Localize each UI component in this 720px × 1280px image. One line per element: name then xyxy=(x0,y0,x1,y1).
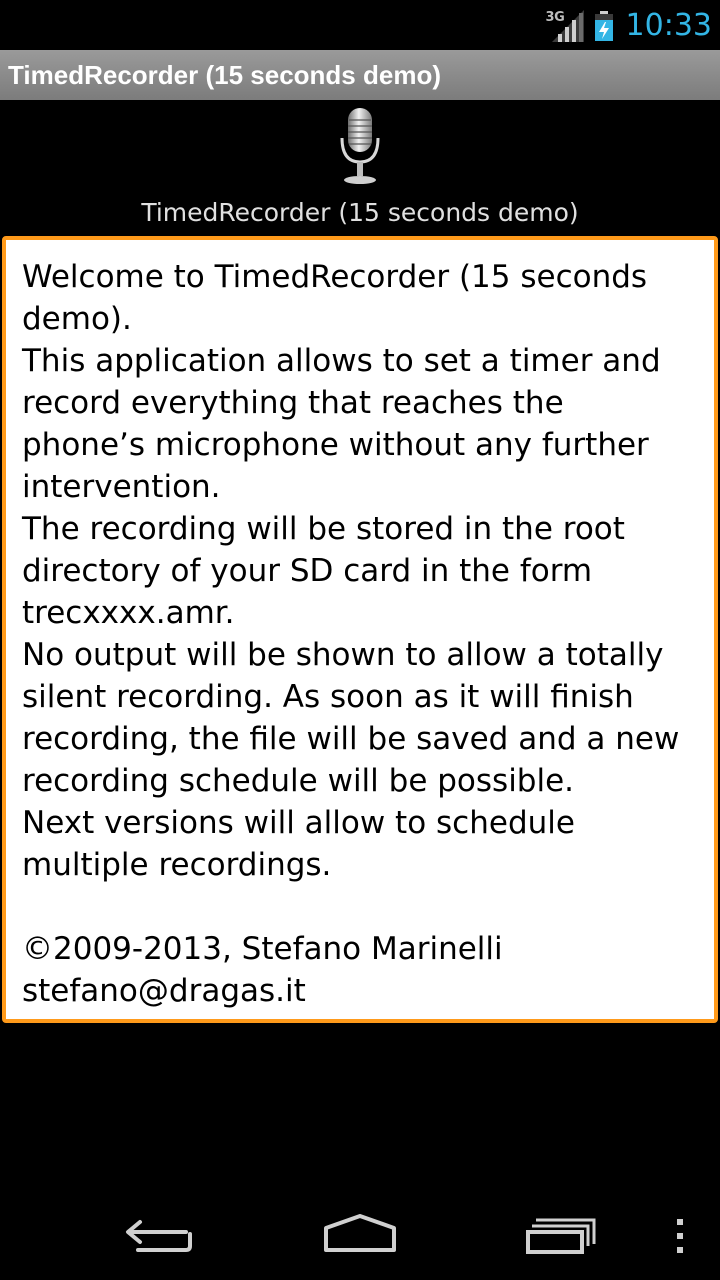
recent-apps-icon[interactable] xyxy=(526,1216,598,1256)
title-bar: TimedRecorder (15 seconds demo) xyxy=(0,50,720,100)
status-clock: 10:33 xyxy=(625,8,712,43)
status-bar: 3G 10:33 xyxy=(0,0,720,50)
home-icon[interactable] xyxy=(322,1214,398,1254)
info-box: Welcome to TimedRecorder (15 seconds dem… xyxy=(2,236,718,1023)
app-title: TimedRecorder (15 seconds demo) xyxy=(8,60,441,90)
back-icon[interactable] xyxy=(124,1216,194,1256)
status-icons: 3G 10:33 xyxy=(546,6,712,46)
signal-icon: 3G xyxy=(546,8,586,44)
header-subtitle: TimedRecorder (15 seconds demo) xyxy=(141,198,579,227)
menu-icon[interactable] xyxy=(672,1216,688,1256)
nav-bar xyxy=(0,1186,720,1280)
battery-charging-icon xyxy=(594,11,613,41)
microphone-icon xyxy=(340,108,380,184)
info-text: Welcome to TimedRecorder (15 seconds dem… xyxy=(22,259,680,1009)
